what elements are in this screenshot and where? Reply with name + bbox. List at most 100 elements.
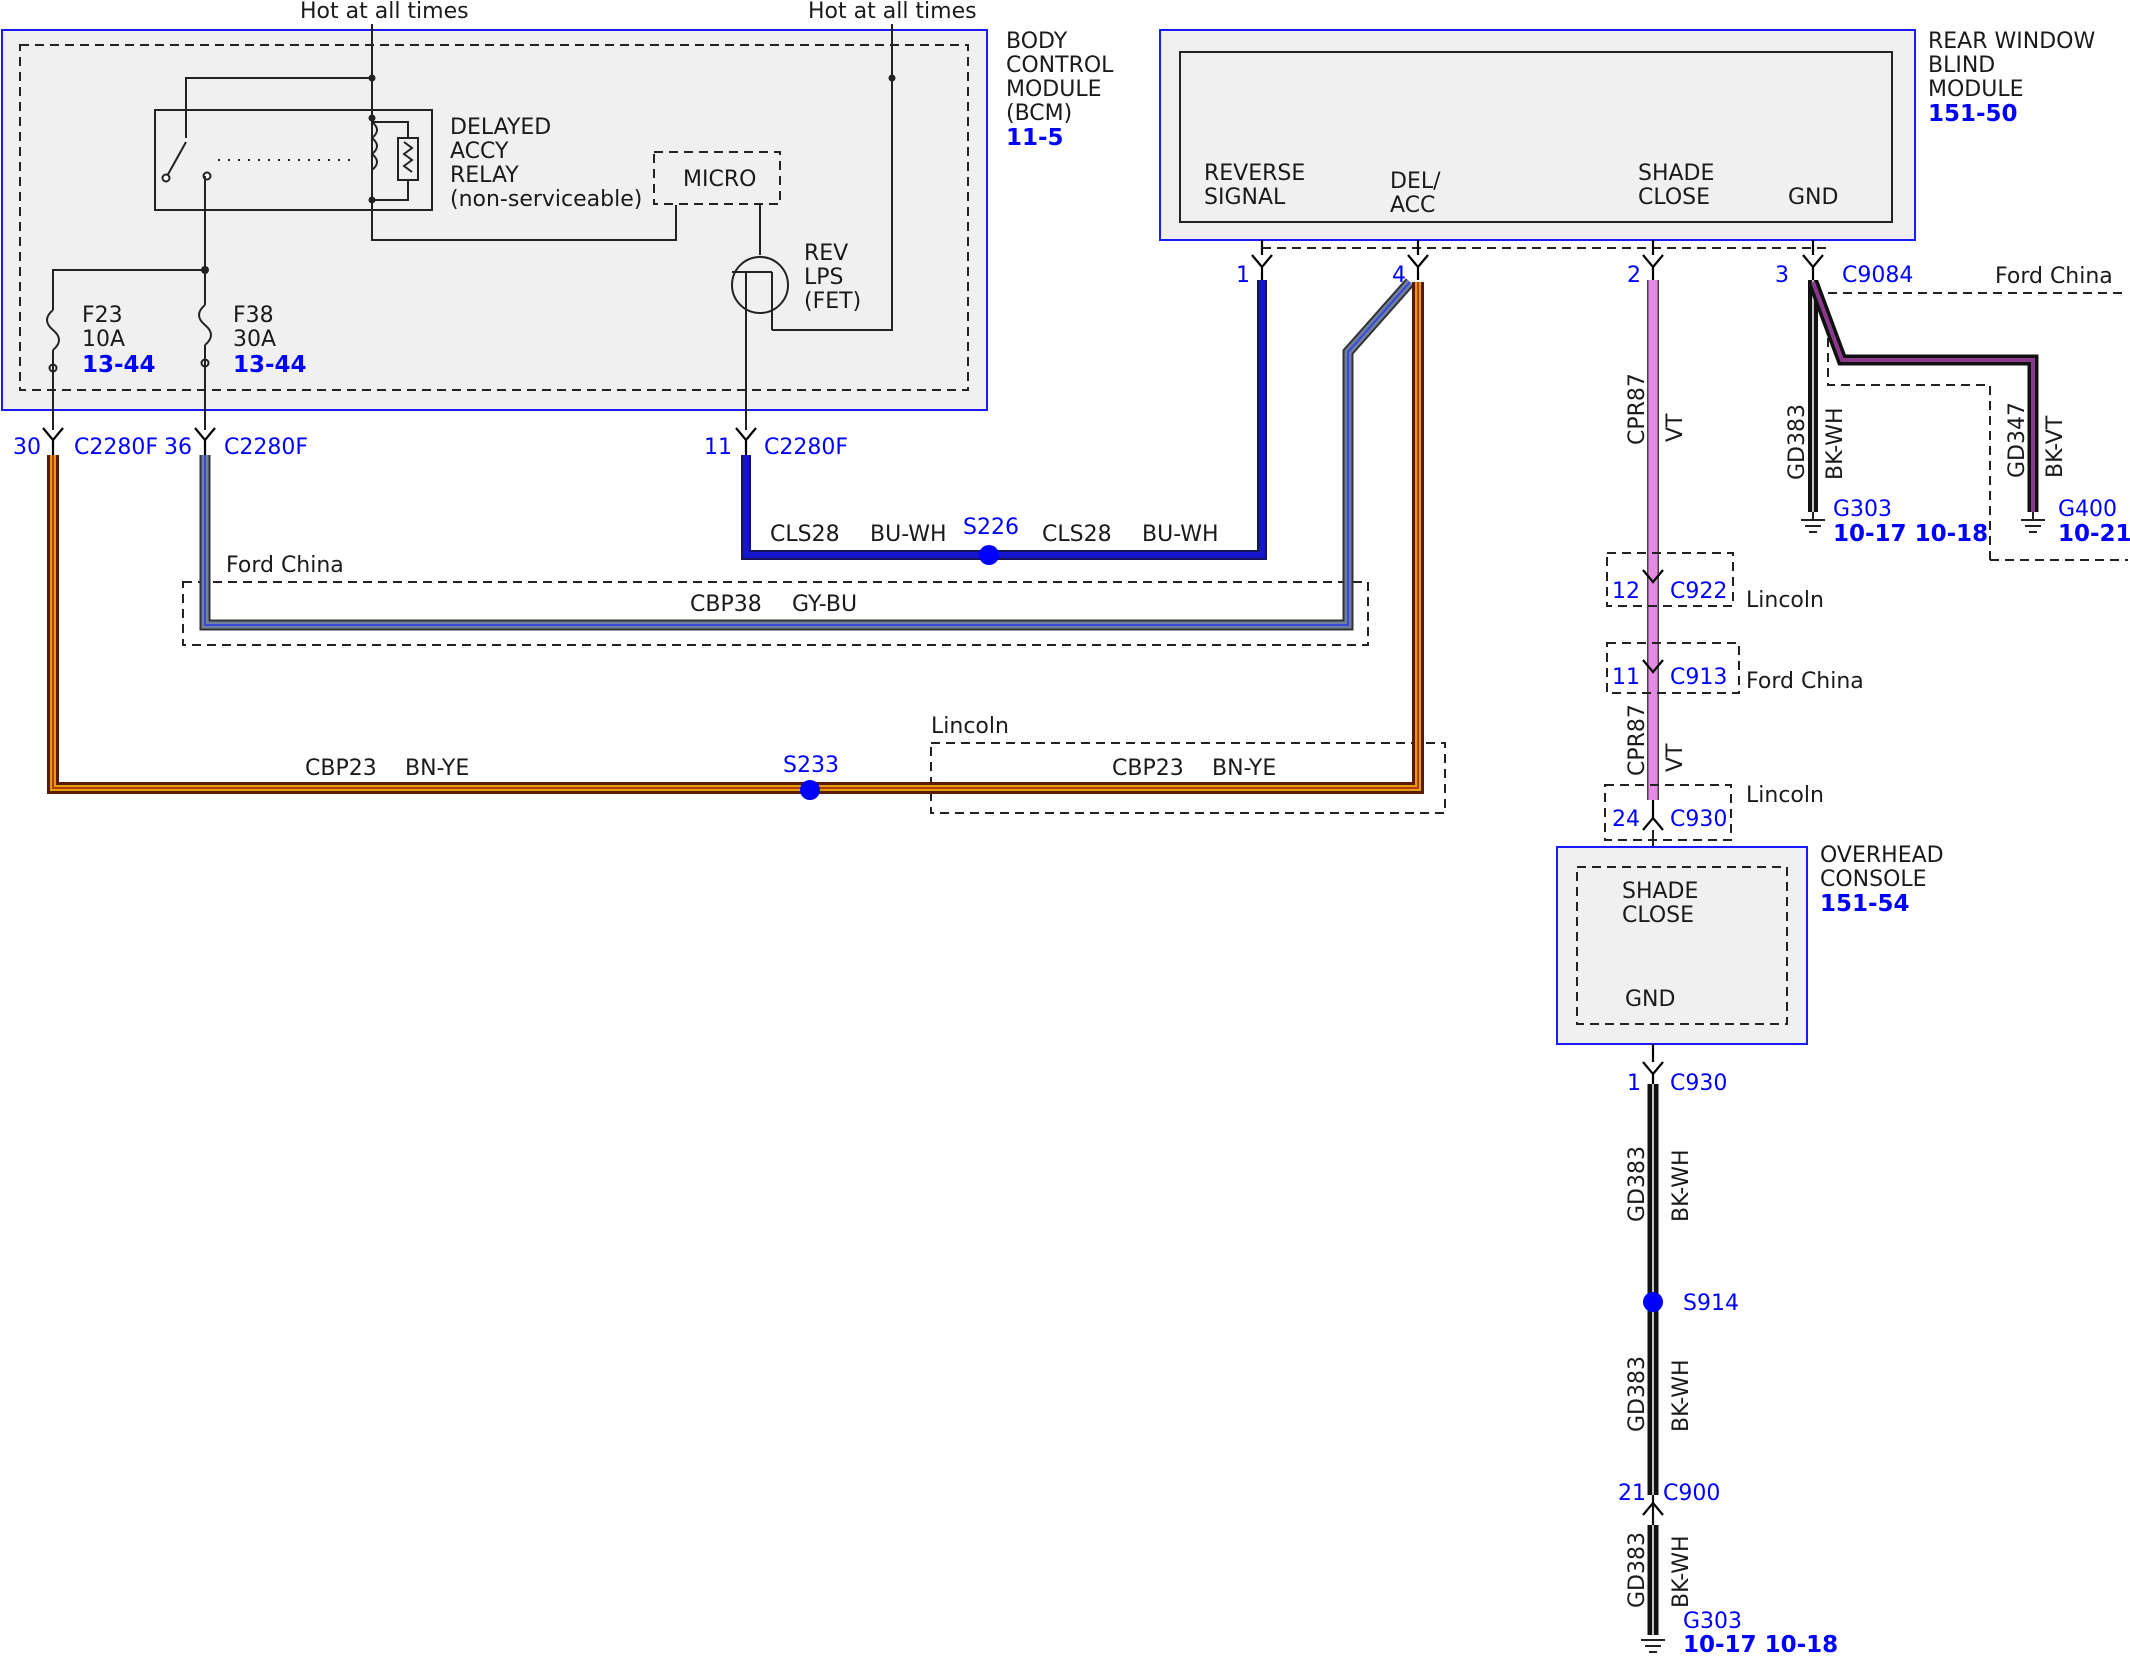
terminal-del-acc-2: ACC <box>1390 193 1435 218</box>
gd383-circuit-c: GD383 <box>1625 1532 1650 1608</box>
cbp23-color-left: BN-YE <box>405 756 469 781</box>
c922-lincoln-label: Lincoln <box>1746 588 1824 613</box>
pin-30: 30 <box>13 435 41 460</box>
gd347-color: BK-VT <box>2043 415 2068 478</box>
connector-c2280f-11 <box>735 427 757 455</box>
terminal-del-acc-1: DEL/ <box>1390 169 1441 194</box>
overhead-label-1: OVERHEAD <box>1820 843 1944 868</box>
pin-11-c913: 11 <box>1612 665 1640 690</box>
pin-21: 21 <box>1618 1481 1646 1506</box>
bcm-connectors: 30 C2280F 36 C2280F 11 C2280F <box>13 427 848 460</box>
g400-refs: 10-21 <box>2058 521 2130 547</box>
splice-s914: S914 <box>1683 1291 1739 1316</box>
cbp23-circuit-right: CBP23 <box>1112 756 1184 781</box>
c2280f-label-30: C2280F <box>74 435 158 460</box>
wire-gd383-lower: 1 C930 GD383 BK-WH S914 GD383 BK-WH 21 C… <box>1618 1044 1838 1658</box>
cbp38-ford-china-label: Ford China <box>226 553 344 578</box>
splice-s233-dot <box>800 780 820 800</box>
connector-c2280f-36 <box>194 427 216 455</box>
c913-label: C913 <box>1670 665 1727 690</box>
gd383-circuit-a: GD383 <box>1625 1146 1650 1222</box>
c2280f-label-36: C2280F <box>224 435 308 460</box>
hot-label-left: Hot at all times <box>300 0 469 24</box>
terminal-shade-close-1: SHADE <box>1638 161 1714 186</box>
connector-c9084-2 <box>1642 240 1664 280</box>
wire-gd383-gd347-upper: Ford China GD383 BK-WH GD347 BK-VT G303 … <box>1785 264 2130 561</box>
wire-cpr87: CPR87 VT CPR87 VT 12 C922 Lincoln 11 C91… <box>1604 280 1864 865</box>
bcm-label-4: (BCM) <box>1006 101 1072 126</box>
connector-c2280f-30 <box>42 427 64 455</box>
bcm-label-2: CONTROL <box>1006 53 1114 78</box>
relay-label-3: RELAY <box>450 163 519 188</box>
pin-24: 24 <box>1612 807 1640 832</box>
overhead-ref: 151-54 <box>1820 891 1910 917</box>
cbp23-color-right: BN-YE <box>1212 756 1276 781</box>
cbp38-ford-china-box <box>182 581 1369 646</box>
pin-2: 2 <box>1627 263 1641 288</box>
micro-label: MICRO <box>683 167 756 192</box>
fet-label-3: (FET) <box>804 289 861 314</box>
cpr87-color-top: VT <box>1663 413 1688 442</box>
pin-36: 36 <box>164 435 192 460</box>
c900-label: C900 <box>1663 1481 1720 1506</box>
body-control-module: Hot at all times Hot at all times DELAYE… <box>1 0 1114 430</box>
overhead-console: SHADE CLOSE GND OVERHEAD CONSOLE 151-54 <box>1556 843 1944 1045</box>
c922-label: C922 <box>1670 579 1727 604</box>
connector-c9084-1 <box>1251 240 1273 280</box>
fet-label-1: REV <box>804 241 848 266</box>
gd383-circuit-upper: GD383 <box>1785 404 1810 480</box>
gd383-color-c: BK-WH <box>1669 1535 1694 1608</box>
rear-window-blind-module: REVERSE SIGNAL DEL/ ACC SHADE CLOSE GND … <box>1159 29 2095 241</box>
g303-bottom-name: G303 <box>1683 1609 1742 1634</box>
fuse-f23-ref: 13-44 <box>82 352 156 378</box>
fuse-f38-amps: 30A <box>233 327 276 352</box>
pin-1-c930: 1 <box>1627 1071 1641 1096</box>
c930-bottom-label: C930 <box>1670 1071 1727 1096</box>
fuse-f38-id: F38 <box>233 303 274 328</box>
fuse-f38-ref: 13-44 <box>233 352 307 378</box>
overhead-terminal-gnd: GND <box>1625 987 1675 1012</box>
relay-label-2: ACCY <box>450 139 509 164</box>
fet-label-2: LPS <box>804 265 844 290</box>
terminal-gnd: GND <box>1788 185 1838 210</box>
bcm-label-3: MODULE <box>1006 77 1102 102</box>
gd383-color-a: BK-WH <box>1669 1149 1694 1222</box>
pin-1: 1 <box>1236 263 1250 288</box>
cpr87-circuit-top: CPR87 <box>1625 373 1650 445</box>
cpr87-color-bottom: VT <box>1663 743 1688 772</box>
cbp38-circuit: CBP38 <box>690 592 762 617</box>
pin-11: 11 <box>704 435 732 460</box>
gd347-ford-china-label: Ford China <box>1995 264 2113 289</box>
cls28-circuit-right: CLS28 <box>1042 522 1112 547</box>
c930-lincoln-label: Lincoln <box>1746 783 1824 808</box>
rwbm-label-1: REAR WINDOW <box>1928 29 2095 54</box>
overhead-label-2: CONSOLE <box>1820 867 1927 892</box>
c913-ford-china-label: Ford China <box>1746 669 1864 694</box>
splice-s226: S226 <box>963 515 1019 540</box>
g400-name: G400 <box>2058 497 2117 522</box>
overhead-terminal-shade-2: CLOSE <box>1622 903 1694 928</box>
rwbm-ref: 151-50 <box>1928 101 2018 127</box>
hot-label-right: Hot at all times <box>808 0 977 24</box>
cbp23-lincoln-box <box>930 742 1446 814</box>
splice-s226-dot <box>979 545 999 565</box>
cbp23-lincoln-label: Lincoln <box>931 714 1009 739</box>
gd383-circuit-b: GD383 <box>1625 1356 1650 1432</box>
terminal-reverse-signal-1: REVERSE <box>1204 161 1305 186</box>
gd383-color-upper: BK-WH <box>1823 407 1848 480</box>
cls28-color-right: BU-WH <box>1142 522 1219 547</box>
g303-upper-name: G303 <box>1833 497 1892 522</box>
pin-3: 3 <box>1775 263 1789 288</box>
cpr87-circuit-bottom: CPR87 <box>1625 704 1650 776</box>
g303-bottom-refs: 10-17 10-18 <box>1683 1632 1838 1658</box>
cbp38-color: GY-BU <box>792 592 857 617</box>
cls28-circuit-left: CLS28 <box>770 522 840 547</box>
overhead-terminal-shade-1: SHADE <box>1622 879 1698 904</box>
gd347-circuit: GD347 <box>2005 402 2030 478</box>
terminal-shade-close-2: CLOSE <box>1638 185 1710 210</box>
overhead-console-outline <box>1556 846 1808 1045</box>
splice-s233: S233 <box>783 753 839 778</box>
splice-s914-dot <box>1643 1292 1663 1312</box>
connector-c9084-3 <box>1802 240 1824 280</box>
fuse-f23-id: F23 <box>82 303 123 328</box>
